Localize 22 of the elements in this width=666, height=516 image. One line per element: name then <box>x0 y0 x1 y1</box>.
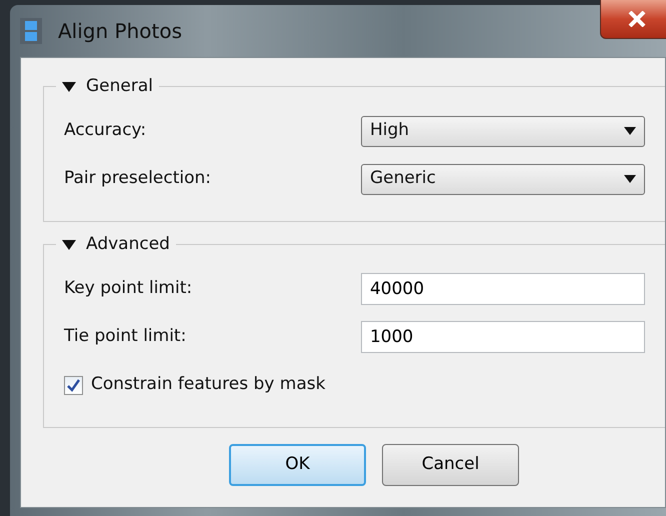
field-label: Accuracy: <box>64 119 148 142</box>
input-field[interactable]: 1000 <box>360 321 645 353</box>
field-label: Key point limit: <box>64 277 194 300</box>
field-label: Tie point limit: <box>64 325 188 348</box>
close-icon <box>628 11 646 27</box>
dropdown[interactable]: Generic <box>360 164 645 194</box>
dropdown[interactable]: High <box>360 116 645 146</box>
checkbox[interactable] <box>64 376 83 394</box>
group-title: Advanced <box>86 233 170 256</box>
caret-icon <box>624 175 636 183</box>
ok-button[interactable]: OK <box>229 444 366 486</box>
cancel-button[interactable]: Cancel <box>382 444 519 486</box>
field-label: Pair preselection: <box>64 167 212 190</box>
checkbox-label: Constrain features by mask <box>91 373 326 396</box>
window-title: Align Photos <box>58 18 182 45</box>
collapse-arrow-icon[interactable] <box>62 238 76 251</box>
close-button[interactable] <box>600 0 666 39</box>
film-icon <box>20 18 42 44</box>
input-field[interactable]: 40000 <box>360 273 645 305</box>
collapse-arrow-icon[interactable] <box>62 80 76 93</box>
group-title: General <box>86 75 153 98</box>
caret-icon <box>624 127 636 135</box>
